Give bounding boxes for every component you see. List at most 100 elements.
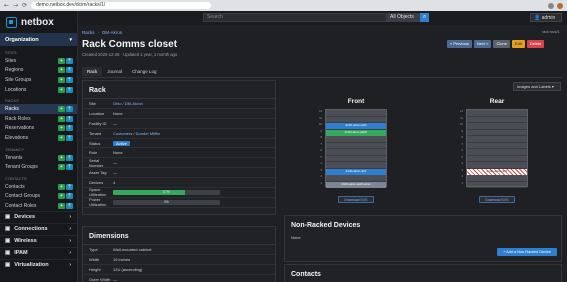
sidebar-item-label: Contacts	[5, 183, 25, 190]
chevron-right-icon: ›	[69, 214, 71, 221]
edit-button[interactable]: Edit	[511, 40, 525, 48]
forward-icon[interactable]: →	[13, 2, 18, 9]
breadcrumb-racks[interactable]: Racks	[82, 30, 95, 35]
previous-button[interactable]: « Previous	[447, 40, 472, 48]
utilization-percent: 67%	[163, 189, 170, 194]
rack-device[interactable]: dmi01-akron-patch-panel	[326, 181, 386, 188]
import-icon[interactable]: ⇡	[66, 106, 73, 113]
sidebar-section-wireless[interactable]: ▣ Wireless ›	[0, 234, 77, 247]
sidebar-group-contacts: Contacts	[5, 175, 27, 181]
tab-journal[interactable]: Journal	[102, 67, 127, 76]
sidebar-item-rack-roles[interactable]: Rack Roles + ⇡	[0, 114, 77, 124]
elevation-image-select[interactable]: Images and Labels ▾	[513, 82, 561, 91]
import-icon[interactable]: ⇡	[66, 125, 73, 132]
user-menu[interactable]: 👤 admin	[530, 13, 562, 22]
action-buttons: « Previous Next » Clone Edit Delete	[447, 40, 545, 48]
utilization-bar: 0%	[113, 199, 220, 205]
attr-link[interactable]: Customers / Dunder Mifflin	[113, 131, 160, 136]
add-icon[interactable]: +	[58, 86, 65, 93]
attr-key: Facility ID	[89, 120, 107, 126]
chevron-right-icon: ›	[69, 238, 71, 245]
import-icon[interactable]: ⇡	[66, 57, 73, 64]
rack-device[interactable]: dmi01-akron-rtr01	[326, 168, 386, 175]
sidebar-item-contacts[interactable]: Contacts + ⇡	[0, 182, 77, 192]
sidebar-item-locations[interactable]: Locations + ⇡	[0, 85, 77, 95]
rack-unit-number: 1	[320, 181, 322, 185]
import-icon[interactable]: ⇡	[66, 67, 73, 74]
sidebar-item-sites[interactable]: Sites + ⇡	[0, 56, 77, 66]
add-icon[interactable]: +	[58, 202, 65, 209]
delete-button[interactable]: Delete	[526, 40, 545, 48]
sidebar-section-connections[interactable]: ▣ Connections ›	[0, 222, 77, 235]
next-button[interactable]: Next »	[473, 40, 492, 48]
rack-device[interactable]: dmi01-akron-pdu01	[326, 129, 386, 136]
import-icon[interactable]: ⇡	[66, 183, 73, 190]
sidebar-item-label: Tenants	[5, 154, 23, 161]
add-icon[interactable]: +	[58, 125, 65, 132]
clone-button[interactable]: Clone	[493, 40, 510, 48]
tab-rack[interactable]: Rack	[82, 67, 103, 76]
sidebar-section-ipam[interactable]: ▣ IPAM ›	[0, 246, 77, 259]
status-badge: Active	[113, 140, 130, 146]
add-icon[interactable]: +	[58, 183, 65, 190]
object-type-select[interactable]: All Objects	[387, 13, 420, 22]
add-icon[interactable]: +	[58, 134, 65, 141]
contacts-card: Contacts	[284, 264, 562, 282]
profile-avatar[interactable]	[557, 2, 563, 9]
extension-icon[interactable]	[548, 2, 554, 9]
import-icon[interactable]: ⇡	[66, 193, 73, 200]
rear-rack-elevation[interactable]: dmi01-akron-rtr01	[466, 109, 528, 188]
sidebar-item-reservations[interactable]: Reservations + ⇡	[0, 124, 77, 134]
add-icon[interactable]: +	[58, 57, 65, 64]
sidebar-item-tenants[interactable]: Tenants + ⇡	[0, 153, 77, 163]
add-icon[interactable]: +	[58, 76, 65, 83]
sidebar-section-organization[interactable]: Organization ▾	[0, 33, 77, 46]
sidebar-item-elevations[interactable]: Elevations + ⇡	[0, 133, 77, 143]
attr-value: —	[113, 121, 275, 126]
add-icon[interactable]: +	[58, 115, 65, 122]
attr-row-height: Height 12U (ascending)	[83, 265, 275, 275]
import-icon[interactable]: ⇡	[66, 164, 73, 171]
sidebar-item-regions[interactable]: Regions + ⇡	[0, 66, 77, 76]
rack-device[interactable]: dmi01-akron-sw01	[326, 123, 386, 129]
rack-device[interactable]: dmi01-akron-rtr01	[467, 168, 527, 175]
ipam-icon: ▣	[5, 250, 11, 257]
breadcrumb-site[interactable]: DM-Akron	[102, 30, 122, 35]
search-input[interactable]: Search	[203, 13, 387, 22]
sidebar-item-contact-groups[interactable]: Contact Groups + ⇡	[0, 192, 77, 202]
tab-change-log[interactable]: Change Log	[127, 67, 162, 76]
attr-text: —	[113, 170, 117, 176]
address-bar[interactable]: demo.netbox.dev/dcim/racks/1/	[31, 2, 212, 9]
browser-toolbar: ← → ⟳ demo.netbox.dev/dcim/racks/1/	[0, 0, 567, 11]
add-icon[interactable]: +	[58, 193, 65, 200]
import-icon[interactable]: ⇡	[66, 154, 73, 161]
add-icon[interactable]: +	[58, 164, 65, 171]
sidebar-item-contact-roles[interactable]: Contact Roles + ⇡	[0, 201, 77, 211]
sidebar-item-racks[interactable]: Racks + ⇡	[0, 104, 77, 114]
sidebar-item-tenant-groups[interactable]: Tenant Groups + ⇡	[0, 162, 77, 172]
add-icon[interactable]: +	[58, 67, 65, 74]
import-icon[interactable]: ⇡	[66, 86, 73, 93]
import-icon[interactable]: ⇡	[66, 202, 73, 209]
import-icon[interactable]: ⇡	[66, 115, 73, 122]
front-download-svg-button[interactable]: Download SVG	[338, 196, 374, 203]
logo[interactable]: netbox	[0, 11, 77, 33]
sidebar-section-label: Devices	[14, 214, 35, 221]
rear-download-svg-button[interactable]: Download SVG	[479, 196, 515, 203]
attr-link[interactable]: Ohio / DM-Akron	[113, 101, 143, 106]
quick-actions: + ⇡	[58, 115, 77, 122]
sidebar-section-devices[interactable]: ▣ Devices ›	[0, 210, 77, 223]
reload-icon[interactable]: ⟳	[22, 2, 27, 9]
sidebar-section-virtualization[interactable]: ▣ Virtualization ›	[0, 258, 77, 271]
sidebar-item-site-groups[interactable]: Site Groups + ⇡	[0, 75, 77, 85]
add-non-racked-device-button[interactable]: + Add a Non-Racked Device	[497, 248, 557, 256]
attr-row-location: Location None	[83, 109, 275, 119]
front-rack-elevation[interactable]: dmi01-akron-patch-panel dmi01-akron-rtr01…	[325, 109, 387, 188]
back-icon[interactable]: ←	[4, 2, 9, 9]
import-icon[interactable]: ⇡	[66, 76, 73, 83]
rack-unit-slot[interactable]	[467, 182, 527, 188]
import-icon[interactable]: ⇡	[66, 134, 73, 141]
search-icon[interactable]: ⌕	[420, 13, 429, 22]
add-icon[interactable]: +	[58, 106, 65, 113]
add-icon[interactable]: +	[58, 154, 65, 161]
